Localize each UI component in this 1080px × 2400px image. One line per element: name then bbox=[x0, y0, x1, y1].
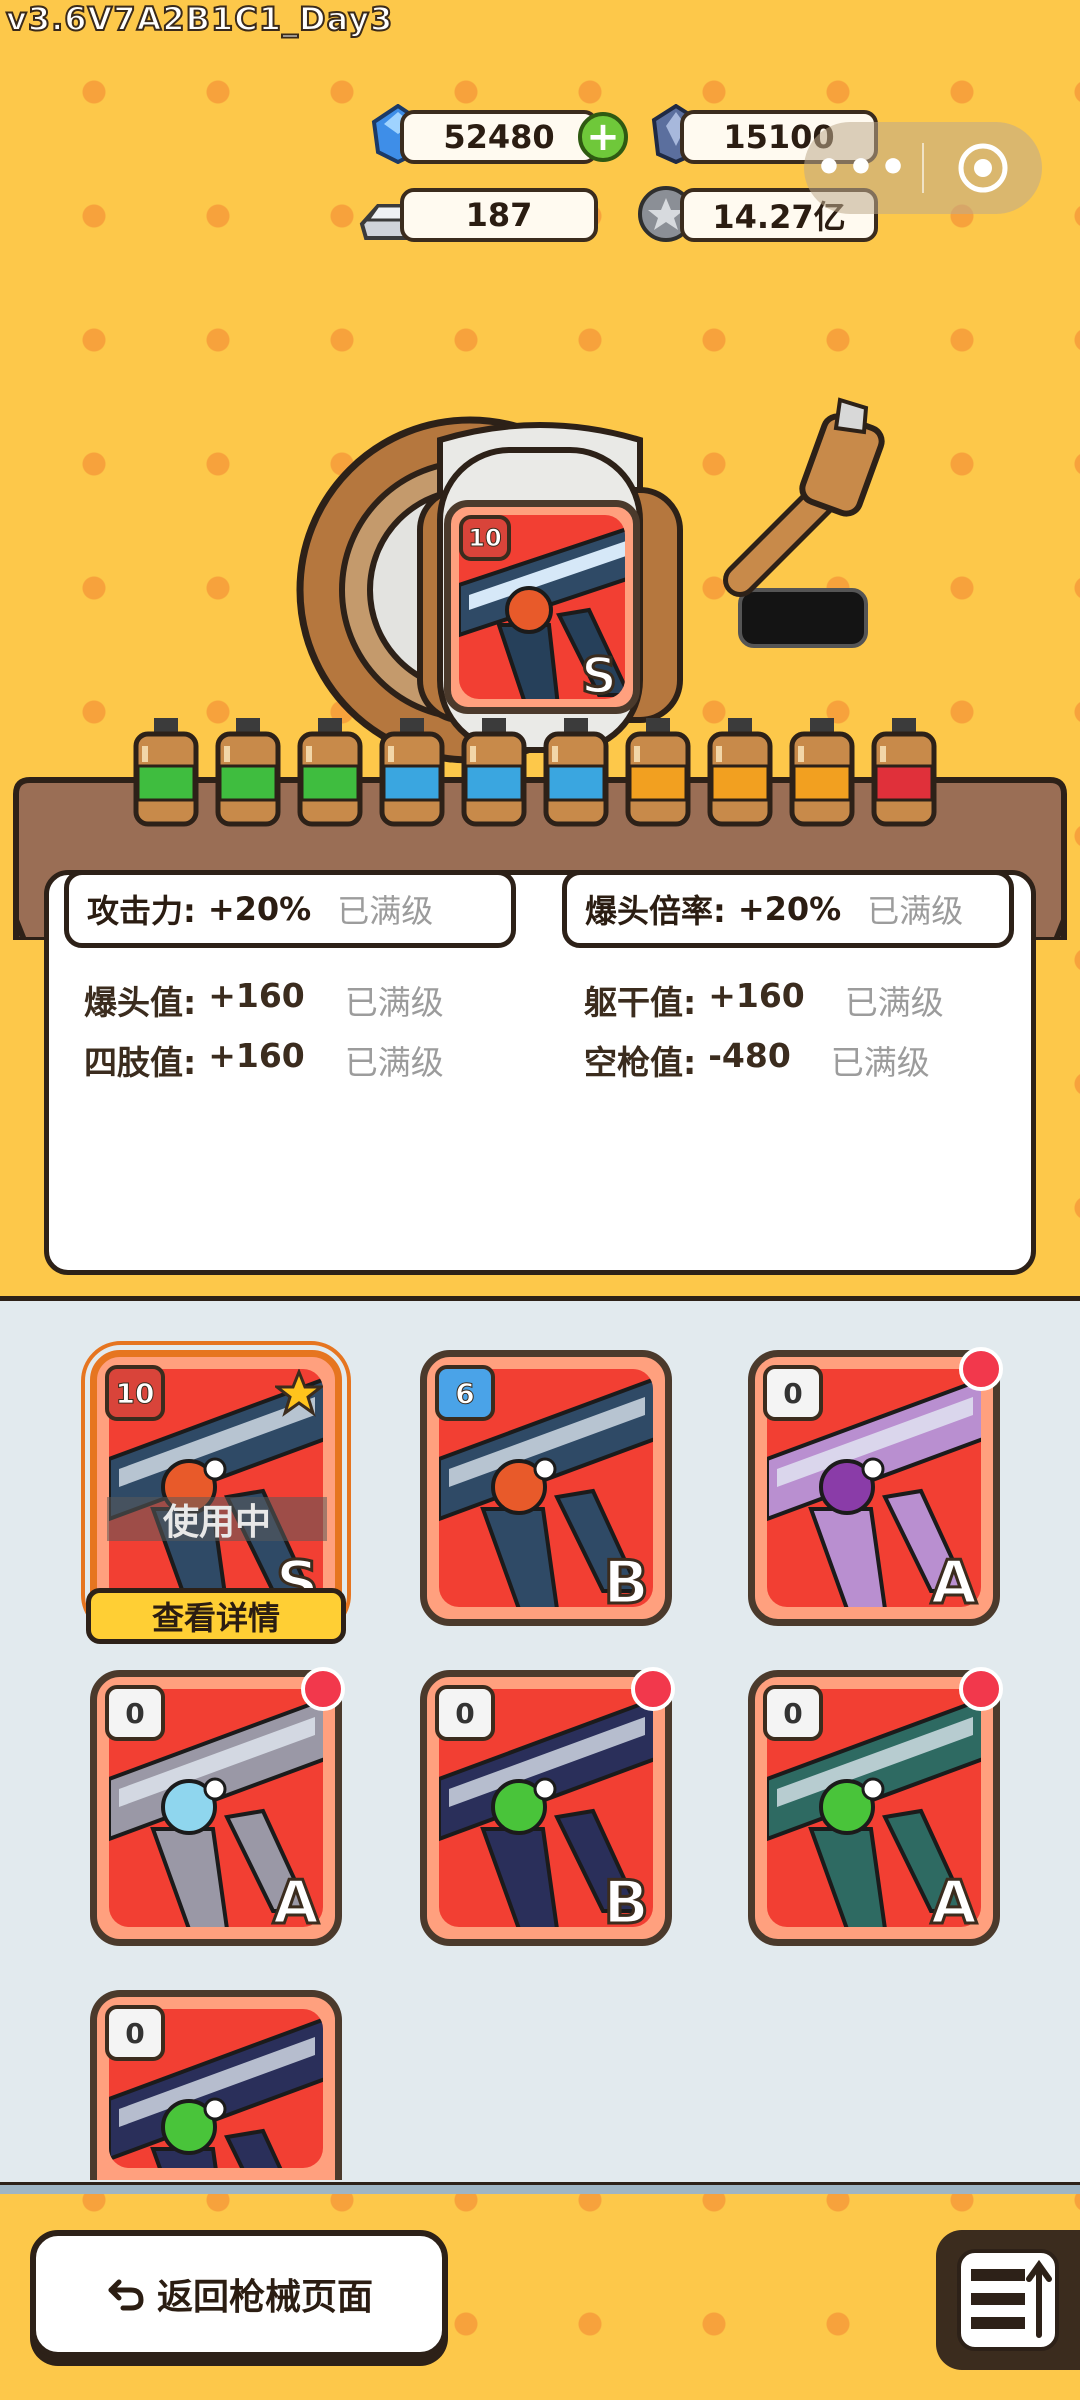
ammo-canister bbox=[297, 718, 363, 827]
new-item-dot bbox=[301, 1667, 345, 1711]
empty-shot-stat: 空枪值: -480 已满级 bbox=[584, 1036, 930, 1084]
attack-stat: 攻击力: +20% 已满级 bbox=[64, 870, 516, 948]
view-details-button[interactable]: 查看详情 bbox=[86, 1588, 346, 1644]
back-to-guns-button[interactable]: 返回枪械页面 bbox=[30, 2230, 448, 2358]
ammo-canister bbox=[625, 718, 691, 827]
level-badge: 0 bbox=[435, 1685, 495, 1741]
stat-label: 四肢值: bbox=[84, 1043, 197, 1082]
level-badge: 10 bbox=[459, 515, 511, 561]
gun-card[interactable]: 6B bbox=[420, 1350, 672, 1626]
ammo-canister bbox=[871, 718, 937, 827]
gun-card[interactable]: 0B bbox=[420, 1667, 675, 1946]
ammo-canister bbox=[133, 718, 199, 827]
stat-value: +20% bbox=[207, 890, 312, 928]
level-badge: 0 bbox=[763, 1365, 823, 1421]
torso-stat: 躯干值: +160 已满级 bbox=[584, 976, 944, 1024]
back-button-label: 返回枪械页面 bbox=[156, 2277, 373, 2318]
ammo-canisters bbox=[128, 716, 948, 828]
inventory-bottom-edge bbox=[0, 2182, 1080, 2194]
close-mini-program-button[interactable] bbox=[924, 142, 1042, 194]
in-use-label: 使用中 bbox=[107, 1497, 327, 1543]
stat-value: +160 bbox=[208, 1036, 305, 1075]
version-label: v3.6V7A2B1C1_Day3 bbox=[5, 0, 394, 39]
level-badge: 0 bbox=[105, 1685, 165, 1741]
grade-label: A bbox=[271, 1868, 320, 1938]
stat-value: +20% bbox=[737, 890, 842, 928]
grade-label: A bbox=[929, 1548, 978, 1618]
stat-status: 已满级 bbox=[337, 892, 434, 930]
new-item-dot bbox=[959, 1347, 1003, 1391]
stat-status: 已满级 bbox=[844, 983, 944, 1022]
headshot-multiplier-stat: 爆头倍率: +20% 已满级 bbox=[562, 870, 1014, 948]
star-icon bbox=[275, 1369, 323, 1417]
ammo-canister bbox=[543, 718, 609, 827]
level-badge: 6 bbox=[435, 1365, 495, 1421]
stat-label: 爆头倍率: bbox=[585, 892, 726, 930]
grade-label: A bbox=[929, 1868, 978, 1938]
stat-label: 空枪值: bbox=[584, 1043, 697, 1082]
stat-value: -480 bbox=[708, 1036, 791, 1075]
stat-label: 躯干值: bbox=[584, 983, 697, 1022]
gun-card[interactable]: 0A bbox=[90, 1667, 345, 1946]
return-arrow-icon bbox=[108, 2279, 144, 2311]
mini-program-capsule: ••• bbox=[804, 122, 1042, 214]
ammo-canister bbox=[215, 718, 281, 827]
stat-label: 攻击力: bbox=[87, 892, 196, 930]
ammo-canister bbox=[379, 718, 445, 827]
stat-status: 已满级 bbox=[344, 983, 444, 1022]
level-badge: 0 bbox=[105, 2005, 165, 2061]
stat-status: 已满级 bbox=[344, 1043, 444, 1082]
more-menu-button[interactable]: ••• bbox=[804, 146, 922, 190]
new-item-dot bbox=[631, 1667, 675, 1711]
level-badge: 0 bbox=[763, 1685, 823, 1741]
stat-status: 已满级 bbox=[867, 892, 964, 930]
gun-card[interactable]: 10 使用中 S bbox=[81, 1341, 351, 1635]
gun-card[interactable]: 0A bbox=[748, 1667, 1003, 1946]
add-diamond-button[interactable]: + bbox=[578, 112, 628, 162]
stat-status: 已满级 bbox=[830, 1043, 930, 1082]
new-item-dot bbox=[959, 1667, 1003, 1711]
ammo-canister bbox=[461, 718, 527, 827]
stat-label: 爆头值: bbox=[84, 983, 197, 1022]
stat-value: +160 bbox=[208, 976, 305, 1015]
grade-label: S bbox=[579, 647, 618, 705]
target-icon bbox=[958, 143, 1008, 193]
ammo-canister bbox=[789, 718, 855, 827]
featured-gun-card: 10 S bbox=[444, 500, 640, 714]
headshot-stat: 爆头值: +160 已满级 bbox=[84, 976, 444, 1024]
limb-stat: 四肢值: +160 已满级 bbox=[84, 1036, 444, 1084]
diamond-count: 52480 bbox=[400, 110, 598, 164]
level-badge: 10 bbox=[105, 1365, 165, 1421]
sort-button[interactable] bbox=[936, 2230, 1080, 2370]
stat-value: +160 bbox=[708, 976, 805, 1015]
grade-label: B bbox=[602, 1868, 651, 1938]
ammo-canister bbox=[707, 718, 773, 827]
gun-card[interactable]: 0 bbox=[90, 1990, 342, 2180]
sort-icon bbox=[957, 2249, 1059, 2351]
gun-card[interactable]: 0A bbox=[748, 1347, 1003, 1626]
grade-label: B bbox=[602, 1548, 651, 1618]
silver-count: 187 bbox=[400, 188, 598, 242]
